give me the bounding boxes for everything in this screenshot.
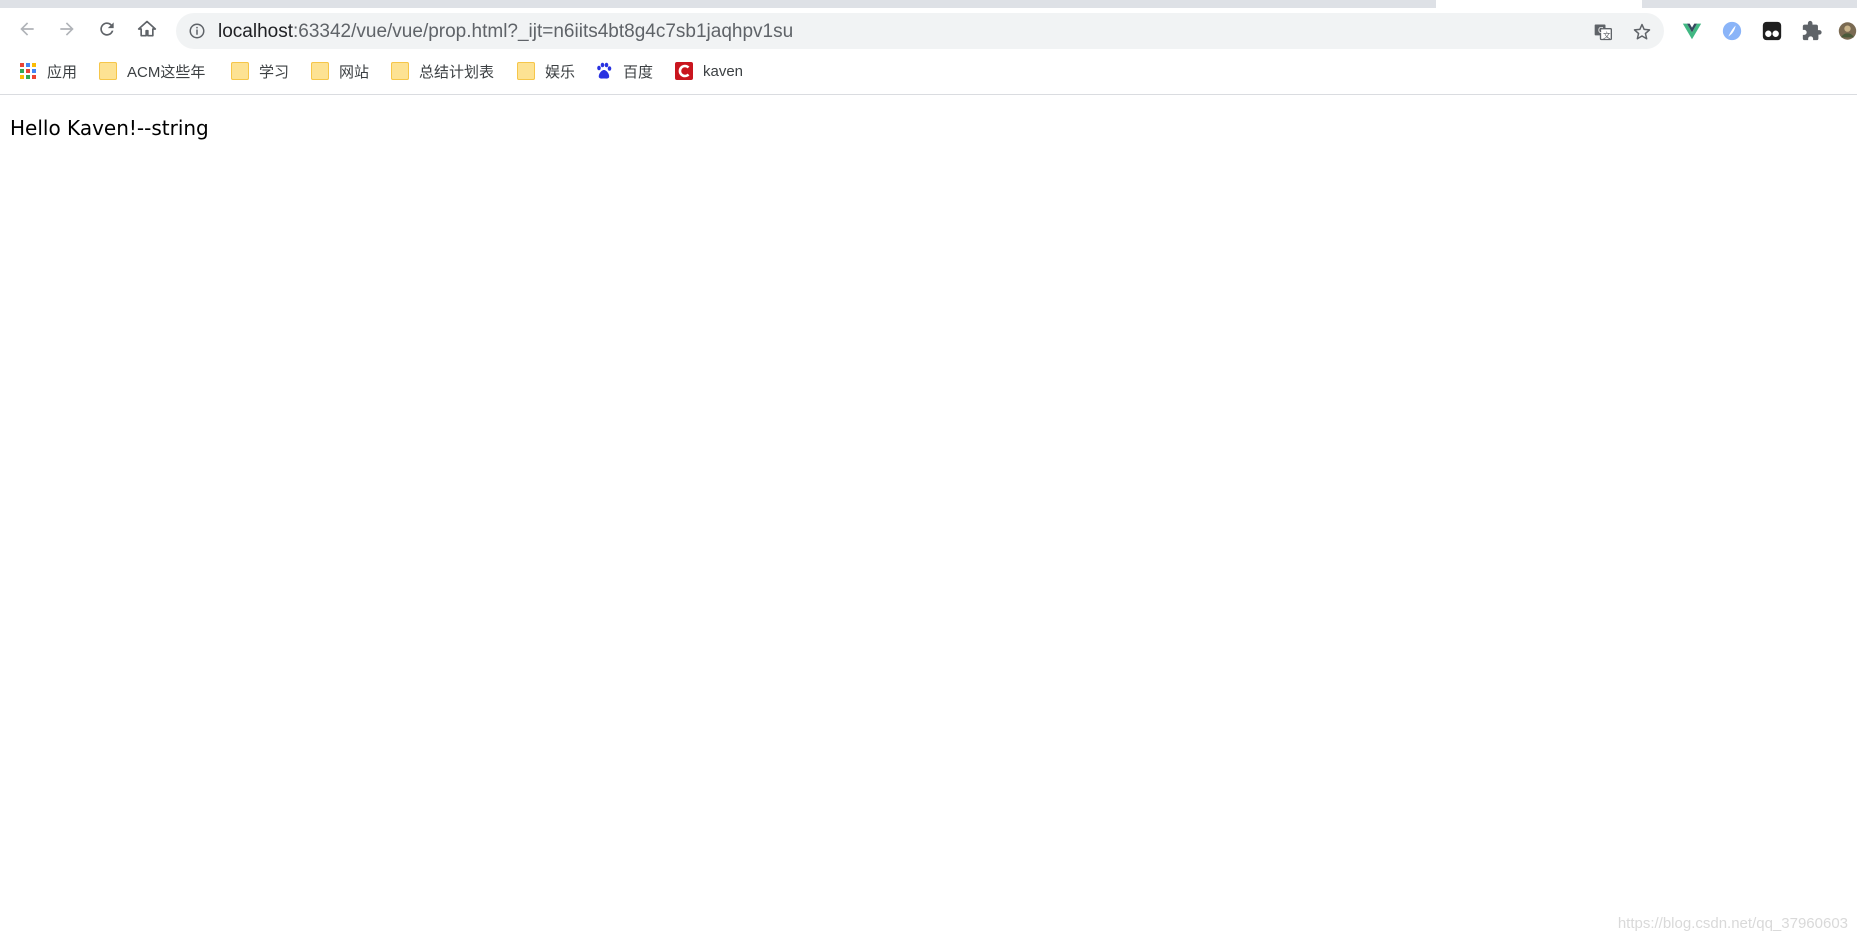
forward-button[interactable] <box>52 14 82 44</box>
bookmark-folder-plans[interactable]: 总结计划表 <box>391 58 494 84</box>
bookmark-folder-sites[interactable]: 网站 <box>311 58 369 84</box>
watermark-text: https://blog.csdn.net/qq_37960603 <box>1618 915 1848 932</box>
folder-icon <box>311 62 329 80</box>
browser-toolbar: localhost:63342/vue/vue/prop.html?_ijt=n… <box>0 8 1857 53</box>
bookmark-label: ACM这些年 <box>127 61 205 82</box>
translate-button[interactable]: G文 <box>1592 21 1614 43</box>
baidu-paw-icon <box>595 62 613 80</box>
folder-icon <box>517 62 535 80</box>
puzzle-icon <box>1801 20 1823 42</box>
bookmark-star-button[interactable] <box>1631 21 1653 43</box>
tab-strip <box>0 0 1857 8</box>
reload-button[interactable] <box>92 14 122 44</box>
home-button[interactable] <box>132 14 162 44</box>
info-icon[interactable] <box>188 22 206 40</box>
svg-text:文: 文 <box>1603 30 1611 40</box>
bookmark-apps[interactable]: 应用 <box>19 58 77 84</box>
back-icon <box>17 19 37 39</box>
avatar[interactable] <box>1838 19 1857 43</box>
back-button[interactable] <box>12 14 42 44</box>
extensions-menu-button[interactable] <box>1800 19 1824 43</box>
bookmark-folder-entertainment[interactable]: 娱乐 <box>517 58 575 84</box>
star-icon <box>1632 22 1652 42</box>
browser-chrome: localhost:63342/vue/vue/prop.html?_ijt=n… <box>0 0 1857 95</box>
url-host: localhost <box>218 21 293 42</box>
bookmark-label: 应用 <box>47 61 77 82</box>
page-body-text: Hello Kaven!--string <box>10 116 209 140</box>
tampermonkey-button[interactable] <box>1760 19 1784 43</box>
bookmark-folder-acm[interactable]: ACM这些年 <box>99 58 205 84</box>
bookmark-baidu[interactable]: 百度 <box>595 58 653 84</box>
apps-grid-icon <box>19 62 37 80</box>
extension-button-2[interactable] <box>1720 19 1744 43</box>
reload-icon <box>97 19 117 39</box>
forward-icon <box>57 19 77 39</box>
folder-icon <box>231 62 249 80</box>
tampermonkey-icon <box>1761 20 1783 42</box>
bookmark-label: 娱乐 <box>545 61 575 82</box>
vue-devtools-button[interactable] <box>1680 19 1704 43</box>
vue-devtools-icon <box>1681 20 1703 42</box>
bookmark-label: 百度 <box>623 61 653 82</box>
csdn-icon <box>675 62 693 80</box>
bookmark-kaven[interactable]: kaven <box>675 58 743 84</box>
folder-icon <box>99 62 117 80</box>
address-bar[interactable]: localhost:63342/vue/vue/prop.html?_ijt=n… <box>176 13 1664 49</box>
folder-icon <box>391 62 409 80</box>
home-icon <box>137 19 157 39</box>
bookmark-label: 学习 <box>259 61 289 82</box>
bookmark-folder-study[interactable]: 学习 <box>231 58 289 84</box>
bookmark-label: kaven <box>703 63 743 80</box>
extension-icon-2 <box>1721 20 1743 42</box>
url-text[interactable]: localhost:63342/vue/vue/prop.html?_ijt=n… <box>218 21 793 43</box>
url-path: :63342/vue/vue/prop.html?_ijt=n6iits4bt8… <box>293 21 793 42</box>
active-tab[interactable] <box>1436 0 1642 8</box>
bookmarks-bar: 应用 ACM这些年 学习 网站 总结计划表 娱乐 百度 <box>0 56 1857 86</box>
avatar-image <box>1838 19 1857 43</box>
bookmark-label: 网站 <box>339 61 369 82</box>
bookmark-label: 总结计划表 <box>419 61 494 82</box>
translate-icon: G文 <box>1593 22 1613 42</box>
